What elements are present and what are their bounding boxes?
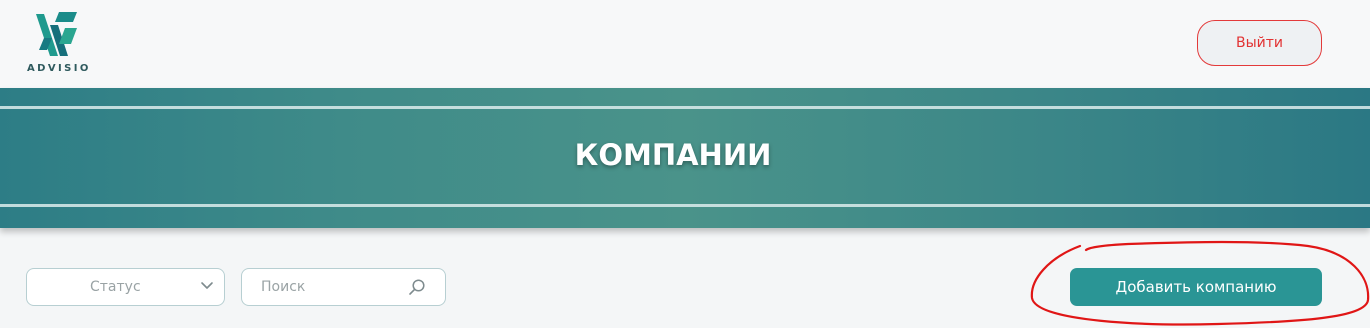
banner-divider-bottom: [0, 204, 1370, 207]
page-banner: КОМПАНИИ: [0, 88, 1370, 228]
status-select[interactable]: Статус: [26, 268, 225, 306]
top-bar: ADVISIO Выйти: [0, 0, 1370, 88]
search-input[interactable]: [261, 277, 401, 297]
advisio-logo[interactable]: ADVISIO: [24, 10, 96, 80]
status-select-value: Статус: [90, 279, 141, 295]
add-company-button[interactable]: Добавить компанию: [1070, 268, 1322, 306]
banner-divider-top: [0, 106, 1370, 109]
page-title: КОМПАНИИ: [574, 138, 772, 172]
search-box[interactable]: [241, 268, 446, 306]
search-icon[interactable]: [407, 278, 427, 298]
logout-button[interactable]: Выйти: [1197, 20, 1322, 66]
logo-text: ADVISIO: [27, 63, 91, 74]
advisio-logo-icon: [36, 12, 77, 56]
chevron-down-icon: [201, 282, 213, 289]
